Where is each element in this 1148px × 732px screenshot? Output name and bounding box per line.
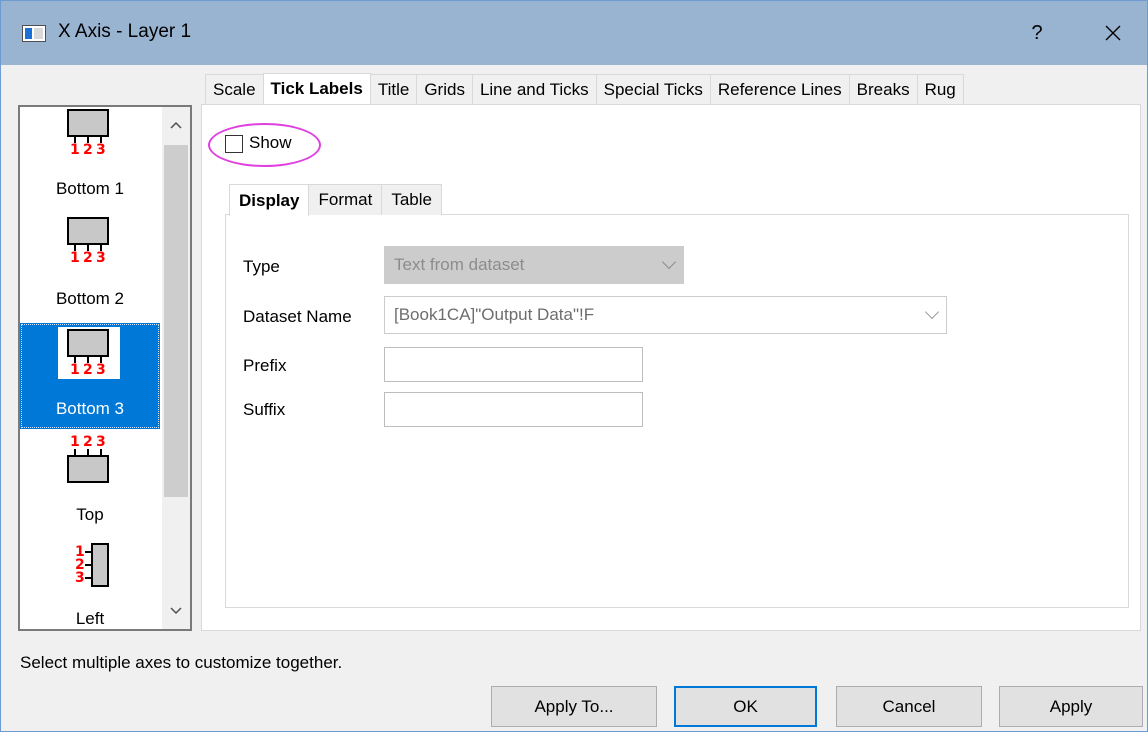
tab-special-ticks[interactable]: Special Ticks (595, 74, 711, 104)
chevron-down-icon (924, 304, 940, 320)
highlight-circle (208, 123, 321, 167)
bottom-axis-icon: 1 2 3 (60, 109, 118, 163)
window-title: X Axis - Layer 1 (58, 21, 192, 42)
axis-list[interactable]: 1 2 3 Bottom 1 1 2 3 Bottom 2 1 2 3 Bott… (18, 105, 192, 631)
cancel-button[interactable]: Cancel (836, 686, 982, 727)
axis-item-top[interactable]: 1 2 3 Top (20, 429, 160, 535)
tab-line-and-ticks[interactable]: Line and Ticks (471, 74, 597, 104)
suffix-input[interactable] (384, 392, 643, 427)
axis-item-bottom-3[interactable]: 1 2 3 Bottom 3 (20, 323, 160, 429)
tab-tick-labels[interactable]: Tick Labels (262, 73, 371, 104)
tick-number: 1 (70, 250, 80, 266)
axis-item-bottom-1[interactable]: 1 2 3 Bottom 1 (20, 107, 160, 213)
tick-number: 1 (70, 362, 80, 378)
tick-number: 3 (96, 250, 106, 266)
type-select-value: Text from dataset (394, 255, 525, 274)
dialog-window: X Axis - Layer 1 ? 1 2 3 Bottom 1 1 2 3 … (0, 0, 1148, 732)
tab-rug[interactable]: Rug (916, 74, 964, 104)
close-button[interactable] (1079, 1, 1147, 65)
tab-reference-lines[interactable]: Reference Lines (709, 74, 850, 104)
axis-item-left[interactable]: 1 2 3 Left (20, 539, 160, 629)
axis-item-bottom-2[interactable]: 1 2 3 Bottom 2 (20, 213, 160, 319)
dataset-name-label: Dataset Name (243, 307, 352, 326)
scroll-up-icon[interactable] (162, 107, 190, 143)
axis-item-label: Left (75, 609, 105, 628)
suffix-label: Suffix (243, 400, 286, 419)
tick-number: 2 (83, 142, 93, 158)
axis-item-label: Top (76, 505, 104, 524)
ok-button[interactable]: OK (674, 686, 817, 727)
tab-table[interactable]: Table (381, 184, 442, 215)
axis-item-label: Bottom 1 (55, 179, 125, 198)
status-text: Select multiple axes to customize togeth… (20, 653, 343, 672)
scroll-thumb[interactable] (164, 145, 188, 497)
tab-scale[interactable]: Scale (205, 74, 264, 104)
bottom-axis-icon: 1 2 3 (60, 217, 118, 271)
apply-button[interactable]: Apply (999, 686, 1143, 727)
dataset-name-select[interactable]: [Book1CA]"Output Data"!F (384, 296, 947, 334)
chevron-down-icon (661, 254, 677, 270)
tab-grids[interactable]: Grids (416, 74, 473, 104)
tab-breaks[interactable]: Breaks (848, 74, 918, 104)
axis-list-scrollbar[interactable] (162, 107, 190, 629)
help-button[interactable]: ? (1001, 1, 1073, 65)
app-window-icon (22, 25, 46, 42)
close-icon (1105, 25, 1121, 41)
top-axis-icon: 1 2 3 (60, 433, 118, 487)
axis-item-label: Bottom 3 (55, 399, 125, 418)
apply-to-button[interactable]: Apply To... (491, 686, 657, 727)
type-select[interactable]: Text from dataset (384, 246, 684, 284)
tick-number: 2 (83, 250, 93, 266)
dataset-name-value: [Book1CA]"Output Data"!F (394, 305, 595, 324)
prefix-input[interactable] (384, 347, 643, 382)
tab-display[interactable]: Display (229, 184, 310, 216)
type-label: Type (243, 257, 280, 276)
scroll-down-icon[interactable] (162, 593, 190, 629)
bottom-axis-icon: 1 2 3 (58, 327, 120, 379)
axis-item-label: Bottom 2 (55, 289, 125, 308)
tab-format[interactable]: Format (308, 184, 383, 215)
inner-tab-strip: Display Format Table (229, 184, 442, 216)
left-axis-icon: 1 2 3 (60, 543, 118, 597)
title-bar[interactable]: X Axis - Layer 1 ? (1, 1, 1147, 65)
outer-tab-strip: Scale Tick Labels Title Grids Line and T… (205, 73, 964, 104)
tab-title[interactable]: Title (369, 74, 418, 104)
tick-number: 2 (83, 362, 93, 378)
prefix-label: Prefix (243, 356, 287, 375)
tick-number: 1 (70, 142, 80, 158)
tick-number: 3 (96, 142, 106, 158)
tick-number: 3 (96, 362, 106, 378)
